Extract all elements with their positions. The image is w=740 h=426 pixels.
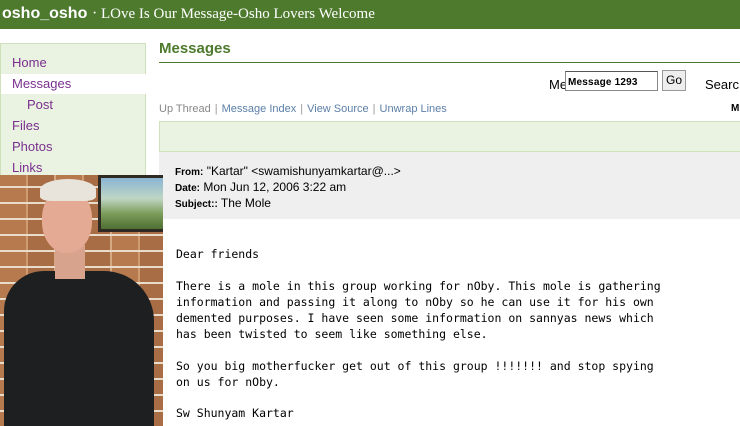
- wall-painting: [98, 175, 163, 232]
- message-index-link[interactable]: Message Index: [222, 103, 297, 115]
- from-value[interactable]: "Kartar" <swamishunyamkartar@...>: [207, 164, 401, 178]
- search-label[interactable]: Searc: [705, 77, 739, 92]
- date-label: Date:: [175, 183, 201, 194]
- message-signature: Sw Shunyam Kartar: [176, 406, 294, 420]
- title-divider: [159, 62, 740, 63]
- sidebar-item-files[interactable]: Files: [1, 116, 146, 136]
- view-source-link[interactable]: View Source: [307, 103, 369, 115]
- message-line: demented purposes. I have seen some info…: [176, 311, 654, 325]
- link-separator: |: [214, 103, 218, 115]
- subject-row: Subject:: The Mole: [175, 196, 271, 210]
- message-line: has been twisted to seem like something …: [176, 327, 488, 341]
- header-separator: ·: [92, 5, 98, 22]
- go-button[interactable]: Go: [662, 70, 686, 91]
- up-thread-link[interactable]: Up Thread: [159, 103, 211, 115]
- link-separator: |: [372, 103, 376, 115]
- date-row: Date: Mon Jun 12, 2006 3:22 am: [175, 180, 346, 194]
- group-header-bar: osho_osho · LOve Is Our Message-Osho Lov…: [0, 0, 740, 29]
- message-line: Dear friends: [176, 247, 260, 261]
- sidebar-item-messages[interactable]: Messages: [1, 74, 146, 94]
- sidebar-nav: Home Messages Post Files Photos Links: [0, 43, 146, 183]
- message-line: So you big motherfucker get out of this …: [176, 359, 654, 373]
- message-line: There is a mole in this group working fo…: [176, 279, 661, 293]
- sidebar-item-home[interactable]: Home: [1, 53, 146, 73]
- message-number-input[interactable]: Message 1293: [565, 71, 658, 91]
- group-description: LOve Is Our Message-Osho Lovers Welcome: [101, 6, 375, 22]
- author-photo: [0, 175, 163, 426]
- unwrap-lines-link[interactable]: Unwrap Lines: [380, 103, 447, 115]
- message-toolbar-panel: [159, 121, 740, 152]
- subject-label: Subject::: [175, 199, 218, 210]
- right-edge-fragment: M: [731, 103, 740, 114]
- sidebar-item-photos[interactable]: Photos: [1, 137, 146, 157]
- page-title: Messages: [159, 40, 231, 57]
- message-links-bar: Up Thread | Message Index | View Source | Unwr…: [159, 103, 447, 115]
- message-line: information and passing it along to nOby…: [176, 295, 654, 309]
- sidebar-item-post[interactable]: Post: [1, 95, 146, 115]
- from-label: From:: [175, 167, 204, 178]
- subject-value: The Mole: [220, 196, 271, 210]
- from-row: From: "Kartar" <swamishunyamkartar@...>: [175, 164, 401, 178]
- group-name-link[interactable]: osho_osho: [2, 5, 87, 23]
- message-line: on us for nOby.: [176, 375, 280, 389]
- date-value: Mon Jun 12, 2006 3:22 am: [203, 180, 347, 194]
- link-separator: |: [300, 103, 304, 115]
- person-shirt: [4, 271, 154, 426]
- person-hair: [40, 179, 96, 201]
